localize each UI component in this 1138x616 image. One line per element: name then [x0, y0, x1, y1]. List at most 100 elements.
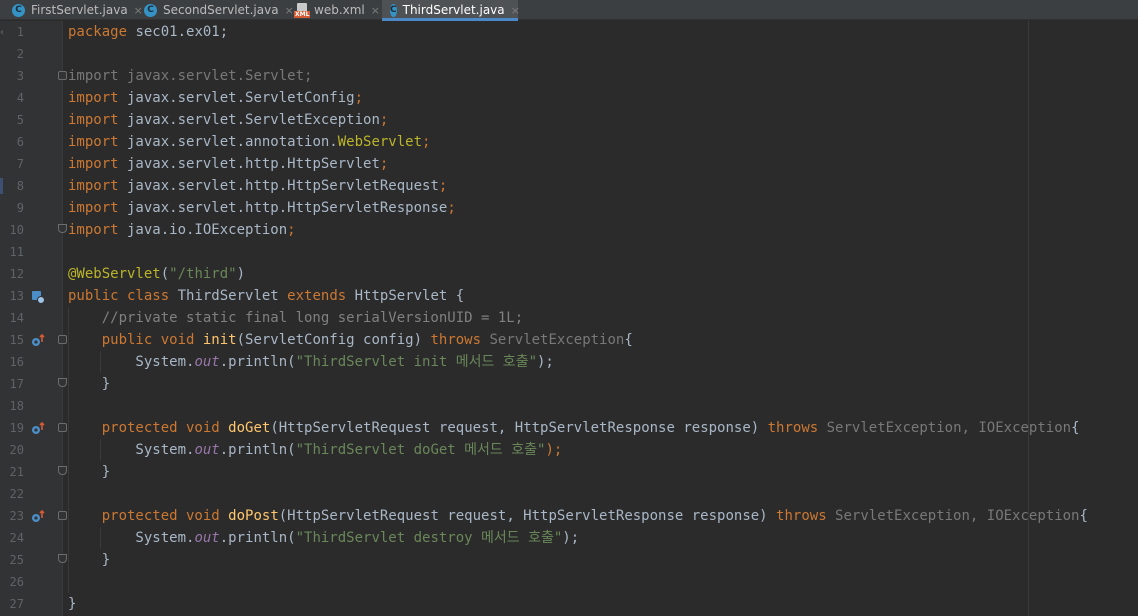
- override-method-icon[interactable]: [31, 333, 45, 347]
- code-text: System.: [68, 530, 195, 546]
- code-line[interactable]: 14 //private static final long serialVer…: [0, 307, 1138, 329]
- line-number: 9: [16, 201, 24, 215]
- editor-tab-bar: C FirstServlet.java × C SecondServlet.ja…: [0, 0, 1138, 21]
- code-line[interactable]: 24 System.out.println("ThirdServlet dest…: [0, 527, 1138, 549]
- close-icon[interactable]: ×: [134, 4, 143, 17]
- code-text: javax.servlet.ServletException: [118, 112, 380, 128]
- string-literal: "ThirdServlet destroy 메서드 호출": [295, 530, 563, 546]
- tab-label: SecondServlet.java: [163, 3, 279, 17]
- code-text: (ServletConfig config): [236, 332, 431, 348]
- code-line[interactable]: 25 }: [0, 549, 1138, 571]
- code-line[interactable]: 6 import javax.servlet.annotation.WebSer…: [0, 131, 1138, 153]
- code-line[interactable]: 4 import javax.servlet.ServletConfig;: [0, 87, 1138, 109]
- semicolon: ;: [438, 178, 448, 194]
- code-line[interactable]: 18: [0, 395, 1138, 417]
- code-line[interactable]: 10 import java.io.IOException;: [0, 219, 1138, 241]
- line-number: 21: [9, 465, 24, 479]
- semicolon: ;: [379, 112, 389, 128]
- code-line[interactable]: 19 protected void doGet(HttpServletReque…: [0, 417, 1138, 439]
- code-line[interactable]: 22: [0, 483, 1138, 505]
- tab-web-xml[interactable]: XML web.xml ×: [294, 0, 380, 20]
- code-line[interactable]: 1 package sec01.ex01;: [0, 21, 1138, 43]
- line-number: 27: [9, 597, 24, 611]
- code-text: }: [68, 596, 77, 612]
- code-line[interactable]: 8 import javax.servlet.http.HttpServletR…: [0, 175, 1138, 197]
- line-number: 8: [16, 179, 24, 193]
- keyword: import: [68, 222, 119, 238]
- fold-icon[interactable]: [58, 71, 67, 80]
- code-text: .println(: [219, 530, 296, 546]
- tab-second-servlet[interactable]: C SecondServlet.java ×: [144, 0, 294, 20]
- fold-icon[interactable]: [58, 224, 67, 233]
- run-servlet-icon[interactable]: [31, 289, 45, 304]
- close-icon[interactable]: ×: [511, 4, 520, 17]
- code-text: );: [537, 354, 554, 370]
- code-text: javax.servlet.annotation.: [118, 134, 338, 150]
- code-line[interactable]: 20 System.out.println("ThirdServlet doGe…: [0, 439, 1138, 461]
- line-number: 19: [9, 421, 24, 435]
- keyword: public void: [101, 332, 195, 348]
- code-text: sec01.ex01;: [127, 24, 229, 40]
- code-line[interactable]: 17 }: [0, 373, 1138, 395]
- code-line[interactable]: 16 System.out.println("ThirdServlet init…: [0, 351, 1138, 373]
- line-number: 1: [16, 25, 24, 39]
- fold-icon[interactable]: [58, 554, 67, 563]
- keyword: protected void: [101, 508, 220, 524]
- paren: ): [236, 266, 246, 282]
- line-number: 6: [16, 135, 24, 149]
- keyword: import: [68, 200, 119, 216]
- line-number: 24: [9, 531, 24, 545]
- line-number: 23: [9, 509, 24, 523]
- string-literal: "/third": [169, 266, 237, 282]
- fold-icon[interactable]: [58, 511, 67, 520]
- fold-icon[interactable]: [58, 423, 67, 432]
- code-line[interactable]: 7 import javax.servlet.http.HttpServlet;: [0, 153, 1138, 175]
- exception-list: ServletException: [481, 332, 625, 348]
- static-field: out: [194, 354, 220, 370]
- java-class-icon: C: [12, 3, 25, 17]
- code-line[interactable]: 3 import javax.servlet.Servlet;: [0, 65, 1138, 87]
- static-field: out: [194, 530, 220, 546]
- override-method-icon[interactable]: [31, 509, 45, 523]
- paren: (: [160, 266, 170, 282]
- annotation-name: WebServlet: [337, 134, 423, 150]
- line-number: 17: [9, 377, 24, 391]
- code-line[interactable]: 26: [0, 571, 1138, 593]
- code-line[interactable]: 9 import javax.servlet.http.HttpServletR…: [0, 197, 1138, 219]
- fold-icon[interactable]: [58, 378, 67, 387]
- string-literal: "ThirdServlet init 메서드 호출": [295, 354, 537, 370]
- fold-icon[interactable]: [58, 335, 67, 344]
- keyword: package: [68, 24, 128, 40]
- code-line[interactable]: 15 public void init(ServletConfig config…: [0, 329, 1138, 351]
- fold-icon[interactable]: [58, 466, 67, 475]
- close-icon[interactable]: ×: [285, 4, 294, 17]
- code-text: javax.servlet.ServletConfig: [118, 90, 355, 106]
- code-line[interactable]: 11: [0, 241, 1138, 263]
- override-method-icon[interactable]: [31, 421, 45, 435]
- xml-file-icon: XML: [294, 3, 311, 18]
- line-number: 15: [9, 333, 24, 347]
- code-line[interactable]: 12 @WebServlet("/third"): [0, 263, 1138, 285]
- code-line[interactable]: 2: [0, 43, 1138, 65]
- line-number: 2: [16, 47, 24, 61]
- code-line[interactable]: 13 public class ThirdServlet extends Htt…: [0, 285, 1138, 307]
- method-name: doGet: [228, 420, 271, 436]
- tab-label: FirstServlet.java: [31, 3, 128, 17]
- code-text: );: [545, 442, 563, 458]
- code-text: );: [562, 530, 580, 546]
- exception-list: ServletException, IOException: [818, 420, 1072, 436]
- close-icon[interactable]: ×: [371, 4, 380, 17]
- line-number: 3: [16, 69, 24, 83]
- code-line[interactable]: 21 }: [0, 461, 1138, 483]
- line-number: 16: [9, 355, 24, 369]
- code-line[interactable]: 23 protected void doPost(HttpServletRequ…: [0, 505, 1138, 527]
- code-line[interactable]: 5 import javax.servlet.ServletException;: [0, 109, 1138, 131]
- tab-first-servlet[interactable]: C FirstServlet.java ×: [12, 0, 143, 20]
- code-text: }: [68, 464, 111, 480]
- tab-third-servlet[interactable]: C ThirdServlet.java ×: [382, 0, 520, 21]
- code-text: System.: [68, 354, 195, 370]
- code-line[interactable]: 27 }: [0, 593, 1138, 615]
- semicolon: ;: [354, 90, 364, 106]
